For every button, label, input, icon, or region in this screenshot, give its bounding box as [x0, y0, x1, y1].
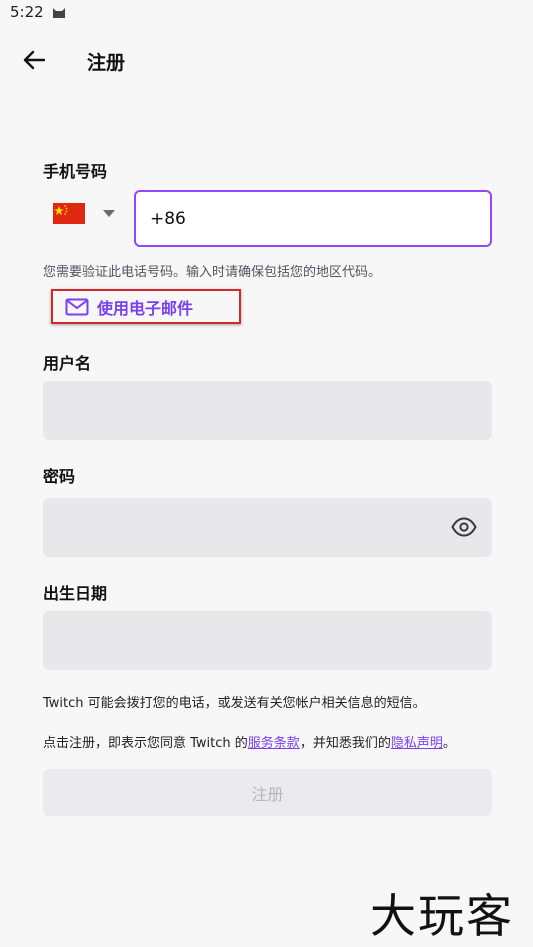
terms-of-service-link[interactable]: 服务条款 — [248, 736, 300, 751]
register-button-label: 注册 — [251, 784, 284, 804]
birthdate-input[interactable] — [43, 611, 492, 670]
username-input[interactable] — [43, 381, 492, 440]
cat-icon — [53, 8, 65, 18]
watermark: 大玩客 — [370, 889, 514, 943]
phone-label: 手机号码 — [43, 162, 108, 181]
phone-input[interactable] — [134, 190, 492, 247]
password-input[interactable] — [43, 498, 492, 557]
privacy-notice-link[interactable]: 隐私声明 — [391, 736, 443, 751]
china-flag-icon — [53, 203, 85, 224]
page-title: 注册 — [87, 52, 126, 74]
mail-icon — [65, 298, 89, 315]
terms-notice: 点击注册，即表示您同意 Twitch 的服务条款，并知悉我们的隐私声明。 — [43, 732, 456, 751]
arrow-left-icon — [23, 50, 45, 70]
register-button[interactable]: 注册 — [43, 769, 492, 816]
app-bar: 注册 — [0, 34, 533, 86]
use-email-label: 使用电子邮件 — [97, 298, 194, 318]
terms-middle: ，并知悉我们的 — [299, 736, 391, 751]
sms-notice: Twitch 可能会拨打您的电话，或发送有关您帐户相关信息的短信。 — [43, 696, 426, 711]
back-button[interactable] — [16, 42, 52, 78]
terms-prefix: 点击注册，即表示您同意 Twitch 的 — [43, 736, 248, 751]
terms-suffix: 。 — [442, 736, 456, 751]
status-time: 5:22 — [10, 3, 44, 21]
dropdown-caret-icon — [103, 210, 115, 217]
username-label: 用户名 — [43, 354, 92, 373]
password-label: 密码 — [43, 467, 76, 486]
use-email-button[interactable]: 使用电子邮件 — [51, 289, 241, 324]
phone-helper-text: 您需要验证此电话号码。输入时请确保包括您的地区代码。 — [43, 265, 382, 280]
eye-icon[interactable] — [451, 517, 477, 537]
birthdate-label: 出生日期 — [43, 584, 108, 603]
status-bar: 5:22 — [0, 0, 533, 26]
